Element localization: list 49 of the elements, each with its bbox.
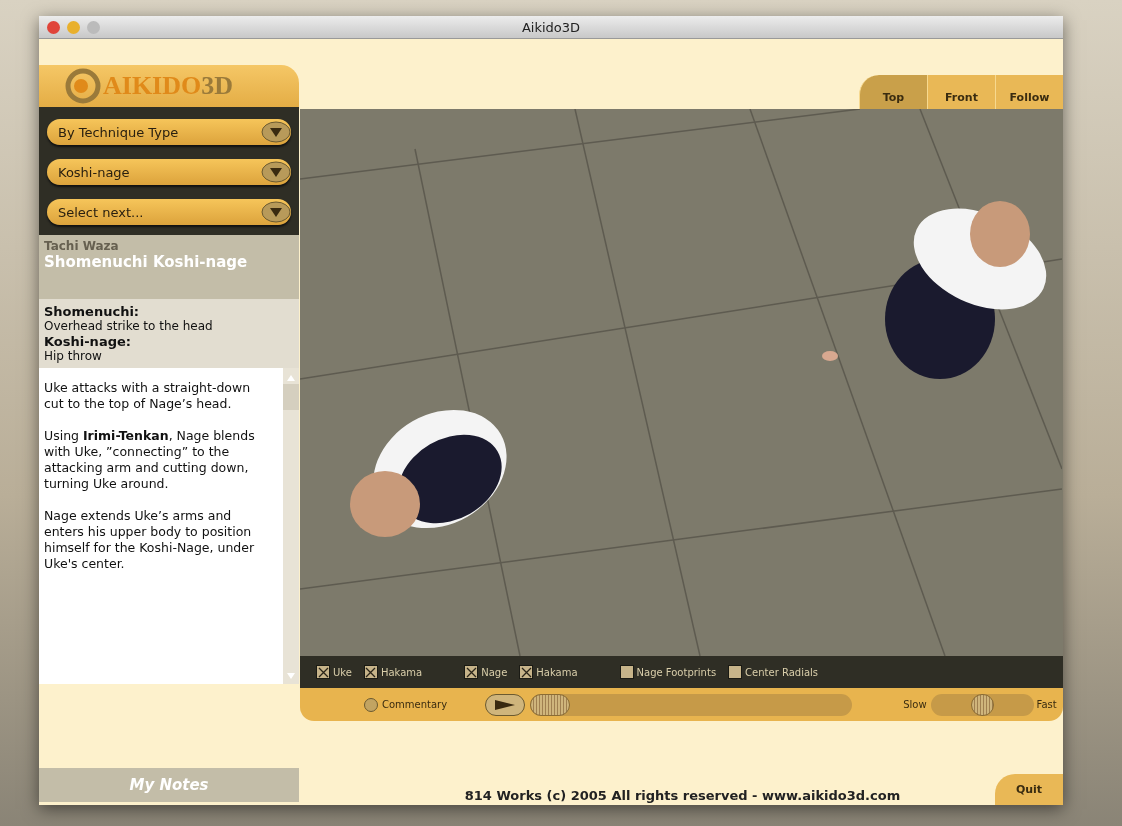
caret-icon: [261, 121, 291, 143]
scroll-thumb[interactable]: [283, 384, 299, 410]
description-paragraph: Nage extends Uke’s arms and enters his upper body to position himself for the Koshi-Nage, under Uke's center.: [44, 508, 256, 572]
option-label: Hakama: [380, 666, 423, 678]
timeline-thumb[interactable]: [530, 693, 571, 716]
fast-label: Fast: [1036, 699, 1057, 710]
copyright-text: 814 Works (c) 2005 All rights reserved - www.aikido3d.com: [463, 788, 902, 805]
speed-thumb[interactable]: [970, 693, 994, 716]
description-paragraph: Uke attacks with a straight-down cut to the top of Nage’s head.: [44, 380, 252, 412]
quit-button[interactable]: Quit: [995, 774, 1063, 805]
scrollbar[interactable]: [283, 368, 299, 684]
option-label: Nage Footprints: [636, 666, 717, 678]
timeline-track[interactable]: [530, 693, 853, 716]
radio-button[interactable]: [364, 697, 378, 712]
caret-icon: [261, 201, 291, 223]
logo-icon: [65, 68, 101, 104]
speed-track[interactable]: [930, 693, 1034, 716]
checkbox[interactable]: [363, 665, 378, 679]
minimize-button[interactable]: [67, 20, 80, 34]
checkbox[interactable]: [316, 665, 330, 679]
checkbox[interactable]: [464, 665, 479, 679]
slow-label: Slow: [903, 699, 927, 710]
description-paragraph: Using Irimi-Tenkan, Nage blends with Uke, ”connecting” to the attacking arm and cutting down, turning Uke around.: [44, 428, 256, 492]
dropdown[interactable]: Koshi-nage: [47, 159, 291, 185]
dropdown[interactable]: Select next...: [47, 199, 291, 225]
logo-text: AIKIDO3D: [103, 71, 234, 101]
zoom-button[interactable]: [87, 20, 100, 34]
glossary-definition: Hip throw: [44, 349, 103, 364]
technique-category: Tachi Waza: [44, 239, 120, 253]
caret-icon: [261, 161, 291, 183]
view-tab[interactable]: Top: [859, 75, 927, 109]
option-label: Center Radials: [745, 666, 819, 678]
glossary-term: Shomenuchi:: [44, 304, 141, 319]
view-tab[interactable]: Follow: [995, 75, 1063, 109]
close-button[interactable]: [47, 20, 60, 34]
option-label: Nage: [481, 666, 508, 678]
option-label: Hakama: [536, 666, 578, 678]
glossary-term: Koshi-nage:: [44, 334, 132, 349]
checkbox[interactable]: [619, 665, 634, 679]
view-tab[interactable]: Front: [927, 75, 995, 109]
glossary-definition: Overhead strike to the head: [44, 319, 214, 334]
option-label: Uke: [333, 666, 352, 678]
play-button[interactable]: [485, 693, 526, 716]
window-title: Aikido3D: [521, 19, 581, 35]
technique-name: Shomenuchi Koshi-nage: [44, 253, 249, 271]
commentary-label: Commentary: [382, 699, 448, 710]
dropdown[interactable]: By Technique Type: [47, 119, 291, 145]
checkbox[interactable]: [519, 665, 534, 679]
checkbox[interactable]: [728, 665, 743, 679]
